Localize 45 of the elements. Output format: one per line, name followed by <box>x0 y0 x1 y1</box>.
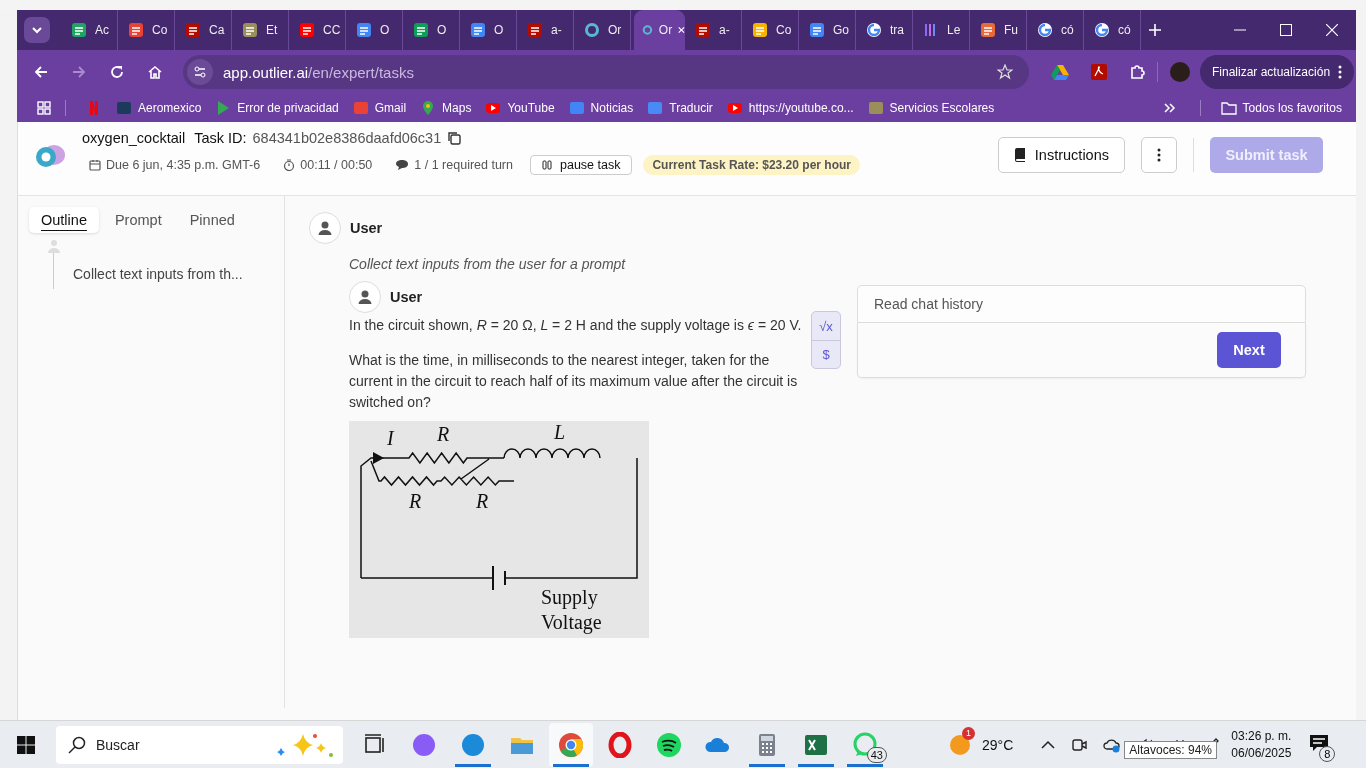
tab-title: Or <box>608 23 622 37</box>
message-author: User <box>390 289 423 305</box>
required-turns: 1 / 1 required turn <box>414 158 513 172</box>
tab-title: Co <box>152 23 168 37</box>
clock-time: 03:26 p. m. <box>1231 729 1292 743</box>
tab-title: có <box>1118 23 1131 37</box>
message-paragraph: In the circuit shown, R = 20 Ω, L = 2 H and the supply voltage is ϵ = 20 V. <box>349 316 803 335</box>
tab-title: Le <box>947 23 961 37</box>
due-date: Due 6 jun, 4:35 p.m. GMT-6 <box>106 158 261 172</box>
tab-title: Et <box>266 23 278 37</box>
tab-title: Fu <box>1004 23 1018 37</box>
tab-title: Go <box>833 23 849 37</box>
notification-count-badge: 8 <box>1319 745 1336 762</box>
task-rate-badge: Current Task Rate: $23.20 per hour <box>643 155 860 175</box>
tab-title: tra <box>890 23 904 37</box>
volume-tooltip: Altavoces: 94% <box>1124 740 1217 759</box>
unread-count-badge: 43 <box>866 746 887 763</box>
tab-title: có <box>1061 23 1074 37</box>
message-author: User <box>350 220 383 236</box>
tab-title: Ac <box>95 23 109 37</box>
task-id: 684341b02e8386daafd06c31 <box>252 130 442 146</box>
task-id-label: Task ID: <box>194 130 247 146</box>
circuit-label: Voltage <box>541 611 602 633</box>
circuit-label: I <box>387 427 394 449</box>
tab-title: Ca <box>209 23 225 37</box>
weather-alert-badge: 1 <box>962 726 975 740</box>
tab-title: O <box>437 23 447 37</box>
tab-title: a- <box>551 23 562 37</box>
message-note: Collect text inputs from the user for a prompt <box>349 256 627 272</box>
project-name: oxygen_cocktail <box>82 130 186 146</box>
tab-title: Or <box>658 23 673 37</box>
message-paragraph: What is the time, in milliseconds to the nearest integer, taken for the current in the circuit to reach half of its maximum value after the circuit is switched on? <box>349 351 799 412</box>
url-text: app.outlier.ai/en/expert/tasks <box>223 63 414 81</box>
timer: 00:11 / 00:50 <box>300 158 373 172</box>
tab-title: O <box>494 23 504 37</box>
tab-title: Co <box>776 23 792 37</box>
tab-title: O <box>380 23 390 37</box>
tab-title: CC <box>323 23 341 37</box>
circuit-label: L <box>554 421 566 443</box>
circuit-label: R <box>476 490 489 512</box>
tab-title: a- <box>719 23 730 37</box>
circuit-label: R <box>409 490 422 512</box>
clock-date: 06/06/2025 <box>1231 746 1292 760</box>
circuit-label: Supply <box>541 586 598 608</box>
circuit-label: R <box>437 423 450 445</box>
